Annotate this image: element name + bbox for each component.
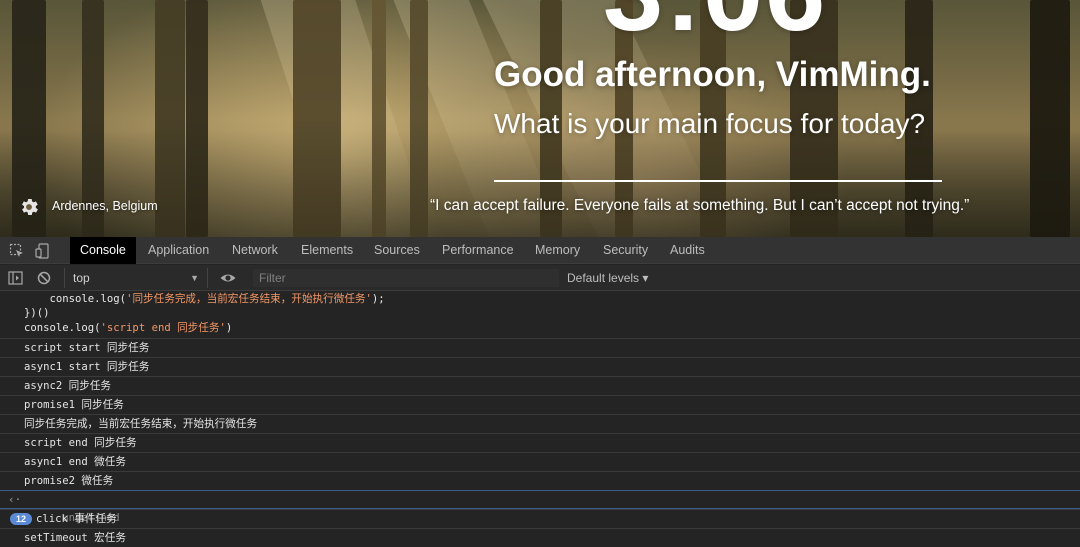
tab-application[interactable]: Application xyxy=(138,237,219,264)
code-text: ); xyxy=(371,293,385,305)
log-row: promise1 同步任务 xyxy=(0,395,1080,414)
filter-input[interactable] xyxy=(253,269,559,287)
tab-network[interactable]: Network xyxy=(222,237,288,264)
log-row: script end 同步任务 xyxy=(0,433,1080,452)
tab-security[interactable]: Security xyxy=(593,237,658,264)
log-levels-dropdown[interactable]: Default levels ▾ xyxy=(567,269,648,287)
console-output: console.log('同步任务完成，当前宏任务结束，开始执行微任务'); }… xyxy=(0,292,1080,547)
inspect-element-icon[interactable] xyxy=(8,242,26,260)
tab-elements[interactable]: Elements xyxy=(291,237,363,264)
code-text: })() xyxy=(24,307,50,319)
greeting: Good afternoon, VimMing. xyxy=(494,55,931,94)
code-string: 'script end 同步任务' xyxy=(100,322,226,334)
show-sidebar-icon[interactable] xyxy=(7,269,25,287)
devtools-panel: Console Application Network Elements Sou… xyxy=(0,237,1080,547)
code-line: })() xyxy=(24,306,50,320)
log-row: async1 start 同步任务 xyxy=(0,357,1080,376)
return-arrow-icon: ‹· xyxy=(8,493,22,506)
code-text: ) xyxy=(225,322,233,334)
tab-memory[interactable]: Memory xyxy=(525,237,590,264)
log-text: click 事件任务 xyxy=(36,513,117,525)
focus-input[interactable] xyxy=(494,152,942,182)
code-text: console.log( xyxy=(24,322,101,334)
log-row: promise2 微任务 xyxy=(0,471,1080,490)
console-toolbar: top ▼ Default levels ▾ xyxy=(0,265,1080,291)
tab-sources[interactable]: Sources xyxy=(364,237,430,264)
clock: 3:06 xyxy=(603,0,853,48)
code-string: '同步任务完成，当前宏任务结束，开始执行微任务' xyxy=(126,293,372,305)
eye-icon[interactable] xyxy=(219,269,237,287)
log-row: 同步任务完成，当前宏任务结束，开始执行微任务 xyxy=(0,414,1080,433)
tab-console[interactable]: Console xyxy=(70,237,136,264)
chevron-down-icon: ▼ xyxy=(190,273,199,283)
log-row: async1 end 微任务 xyxy=(0,452,1080,471)
background-scene: 3:06 Good afternoon, VimMing. What is yo… xyxy=(0,0,1080,237)
tab-performance[interactable]: Performance xyxy=(432,237,524,264)
quote[interactable]: “I can accept failure. Everyone fails at… xyxy=(430,197,1030,219)
tab-audits[interactable]: Audits xyxy=(660,237,715,264)
context-select[interactable]: top ▼ xyxy=(64,268,208,288)
code-line: console.log('script end 同步任务') xyxy=(24,321,232,335)
context-value: top xyxy=(73,271,90,285)
repeated-log-row: 12 click 事件任务 xyxy=(0,509,1080,528)
device-toolbar-icon[interactable] xyxy=(34,242,52,260)
log-row: script start 同步任务 xyxy=(0,338,1080,357)
gear-icon[interactable] xyxy=(18,196,40,218)
log-row: setTimeout 宏任务 xyxy=(0,528,1080,547)
focus-question: What is your main focus for today? xyxy=(494,108,926,139)
devtools-tab-bar: Console Application Network Elements Sou… xyxy=(0,237,1080,264)
repeat-count-badge: 12 xyxy=(10,513,32,525)
log-row: async2 同步任务 xyxy=(0,376,1080,395)
code-line: console.log('同步任务完成，当前宏任务结束，开始执行微任务'); xyxy=(24,292,385,306)
result-row: ‹· undefined xyxy=(0,490,1080,524)
code-text: console.log( xyxy=(24,293,127,305)
photo-location[interactable]: Ardennes, Belgium xyxy=(52,199,158,217)
clear-console-icon[interactable] xyxy=(35,269,53,287)
